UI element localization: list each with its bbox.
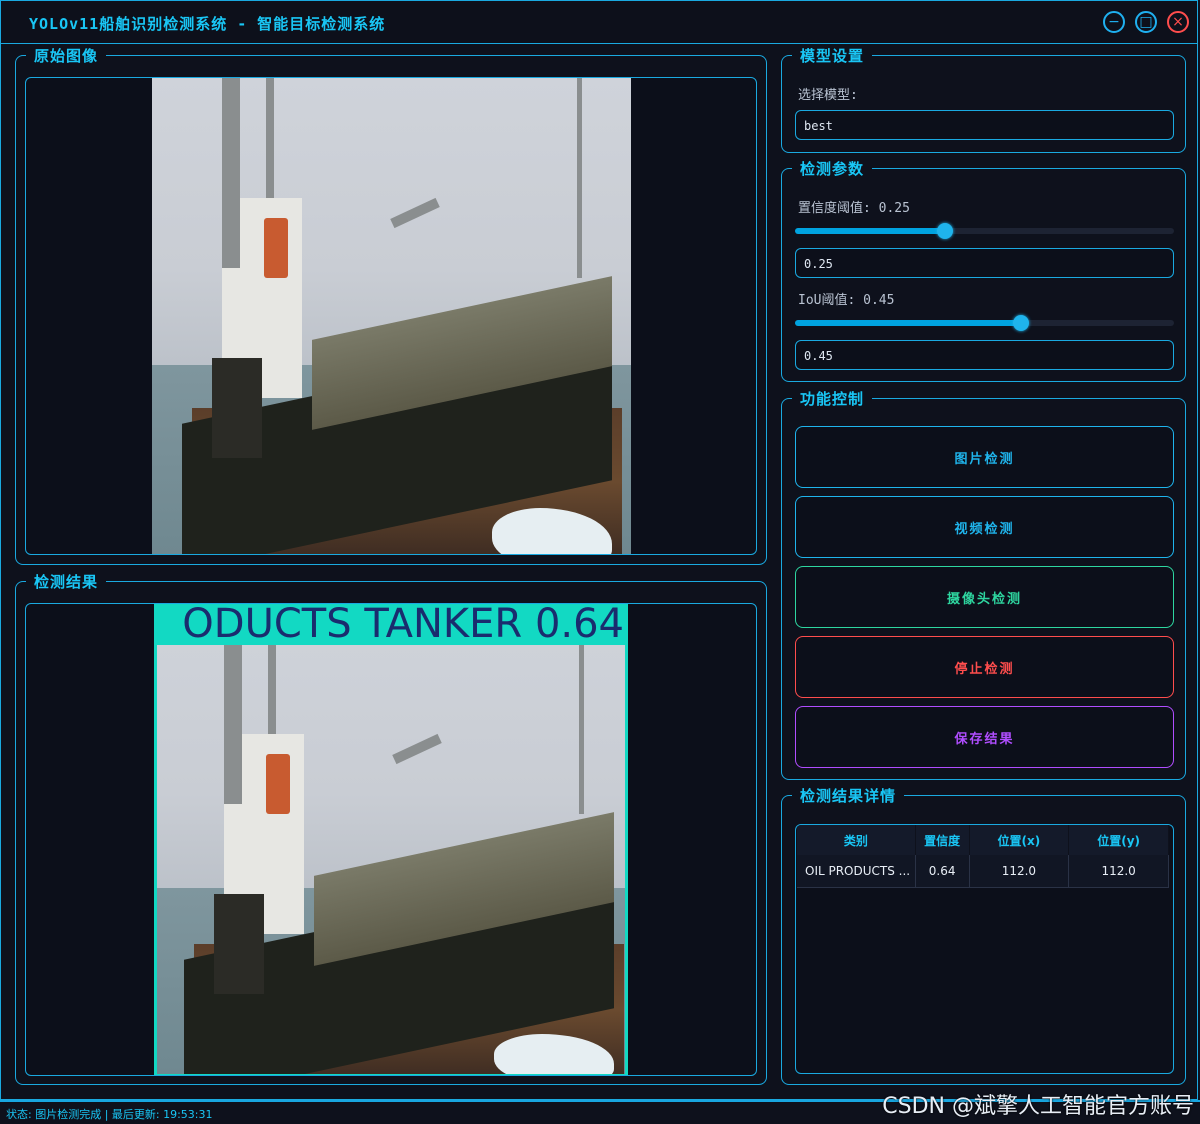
title-bar[interactable]: YOLOv11船舶识别检测系统 - 智能目标检测系统 − □ × xyxy=(1,1,1197,44)
close-icon[interactable]: × xyxy=(1167,11,1189,33)
watermark: CSDN @斌擎人工智能官方账号 xyxy=(882,1094,1194,1119)
window-title: YOLOv11船舶识别检测系统 - 智能目标检测系统 xyxy=(29,15,386,33)
iou-slider-fill xyxy=(795,320,1021,326)
table-row[interactable]: OIL PRODUCTS ... 0.64 112.0 112.0 xyxy=(797,855,1169,888)
result-image-frame: ODUCTS TANKER 0.64 xyxy=(25,603,757,1076)
model-settings-group: 模型设置 选择模型: best xyxy=(781,45,1186,153)
camera-detect-button[interactable]: 摄像头检测 xyxy=(795,566,1174,628)
confidence-label: 置信度阈值: 0.25 xyxy=(798,201,910,216)
model-select[interactable]: best xyxy=(795,110,1174,140)
cell-x: 112.0 xyxy=(969,855,1070,888)
save-result-button[interactable]: 保存结果 xyxy=(795,706,1174,768)
function-control-group: 功能控制 图片检测 视频检测 摄像头检测 停止检测 保存结果 xyxy=(781,388,1186,780)
column-header-x[interactable]: 位置(x) xyxy=(969,825,1070,855)
confidence-slider[interactable] xyxy=(795,223,1174,239)
detection-params-title: 检测参数 xyxy=(792,158,873,179)
original-image-frame xyxy=(25,77,757,555)
result-details-title: 检测结果详情 xyxy=(792,785,905,806)
original-image-group: 原始图像 xyxy=(15,45,767,565)
result-details-group: 检测结果详情 类别 置信度 位置(x) 位置(y) OIL PRODUCTS .… xyxy=(781,785,1186,1085)
original-image-title: 原始图像 xyxy=(26,45,107,66)
cell-y: 112.0 xyxy=(1068,855,1169,888)
iou-slider[interactable] xyxy=(795,315,1174,331)
confidence-slider-fill xyxy=(795,228,945,234)
detection-result-title: 检测结果 xyxy=(26,571,107,592)
original-ship-image xyxy=(152,78,631,554)
stop-detect-button[interactable]: 停止检测 xyxy=(795,636,1174,698)
title-tab-notch xyxy=(21,40,381,43)
model-settings-title: 模型设置 xyxy=(792,45,873,66)
column-header-confidence[interactable]: 置信度 xyxy=(915,825,970,855)
maximize-icon[interactable]: □ xyxy=(1135,11,1157,33)
iou-spinbox[interactable]: 0.45 xyxy=(795,340,1174,370)
confidence-spinbox[interactable]: 0.25 xyxy=(795,248,1174,278)
detection-params-group: 检测参数 置信度阈值: 0.25 0.25 IoU阈值: 0.45 0.45 xyxy=(781,158,1186,382)
column-header-class[interactable]: 类别 xyxy=(797,825,916,855)
iou-slider-handle[interactable] xyxy=(1012,315,1029,331)
column-header-y[interactable]: 位置(y) xyxy=(1068,825,1169,855)
cell-confidence: 0.64 xyxy=(915,855,970,888)
select-model-label: 选择模型: xyxy=(798,88,858,103)
video-detect-button[interactable]: 视频检测 xyxy=(795,496,1174,558)
detection-label: ODUCTS TANKER 0.64 xyxy=(154,604,628,644)
table-header-row: 类别 置信度 位置(x) 位置(y) xyxy=(797,825,1169,855)
main-window: YOLOv11船舶识别检测系统 - 智能目标检测系统 − □ × 原始图像 检测… xyxy=(0,0,1198,1100)
result-table-container[interactable]: 类别 置信度 位置(x) 位置(y) OIL PRODUCTS ... 0.64… xyxy=(795,824,1174,1074)
confidence-slider-handle[interactable] xyxy=(936,223,953,239)
image-detect-button[interactable]: 图片检测 xyxy=(795,426,1174,488)
detection-bounding-box xyxy=(154,642,628,1075)
function-control-title: 功能控制 xyxy=(792,388,873,409)
iou-label: IoU阈值: 0.45 xyxy=(798,293,895,308)
status-text: 状态: 图片检测完成 | 最后更新: 19:53:31 xyxy=(6,1108,213,1121)
cell-class: OIL PRODUCTS ... xyxy=(797,855,916,888)
result-ship-image: ODUCTS TANKER 0.64 xyxy=(154,604,628,1075)
minimize-icon[interactable]: − xyxy=(1103,11,1125,33)
result-table: 类别 置信度 位置(x) 位置(y) OIL PRODUCTS ... 0.64… xyxy=(797,825,1169,888)
detection-result-group: 检测结果 ODUCTS TANKER 0.64 xyxy=(15,571,767,1085)
